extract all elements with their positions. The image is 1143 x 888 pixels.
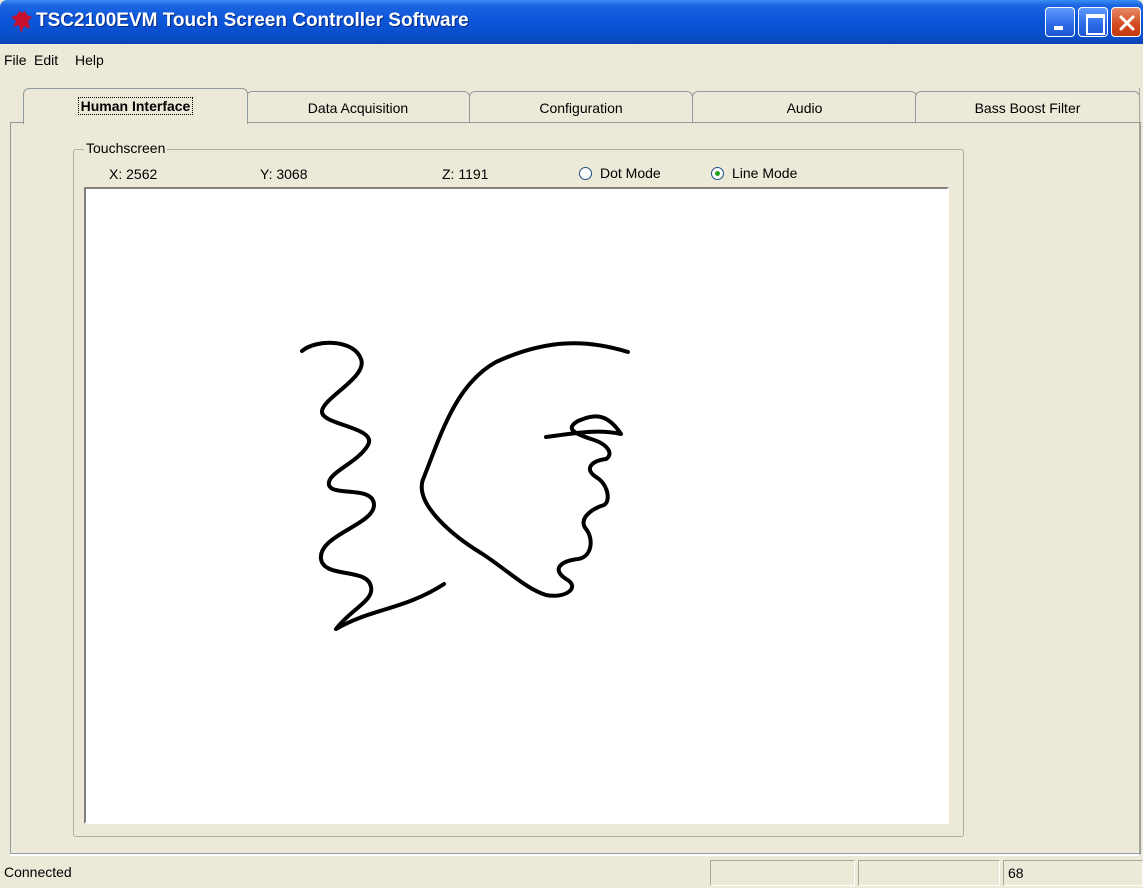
drawing-strokes	[300, 340, 630, 631]
maximize-button[interactable]	[1078, 7, 1108, 37]
close-icon	[1119, 15, 1135, 31]
line-mode-radio-icon	[711, 166, 724, 180]
stroke-claw	[419, 341, 630, 598]
y-coordinate: Y: 3068	[260, 166, 308, 182]
title-bar[interactable]: TSC2100EVM Touch Screen Controller Softw…	[0, 0, 1143, 44]
status-connection: Connected	[4, 864, 72, 880]
dot-mode-label: Dot Mode	[600, 165, 661, 181]
dot-mode-radio[interactable]: Dot Mode	[579, 165, 661, 181]
menu-help[interactable]: Help	[75, 52, 104, 68]
line-mode-label: Line Mode	[732, 165, 798, 181]
touchscreen-canvas[interactable]	[84, 187, 949, 824]
z-coordinate: Z: 1191	[442, 166, 489, 182]
tab-human-interface-label: Human Interface	[77, 97, 194, 115]
menu-file[interactable]: File	[4, 52, 27, 68]
line-mode-radio[interactable]: Line Mode	[711, 165, 797, 181]
close-button[interactable]	[1111, 7, 1141, 37]
touchscreen-group-label: Touchscreen	[84, 140, 168, 156]
menu-bar: File Edit Help	[0, 46, 1143, 76]
status-bar: Connected 68	[0, 858, 1143, 888]
status-pane-3	[858, 860, 1000, 886]
ti-logo-icon	[11, 11, 32, 33]
minimize-button[interactable]	[1045, 7, 1075, 37]
status-value: 68	[1003, 860, 1143, 886]
window-title: TSC2100EVM Touch Screen Controller Softw…	[36, 10, 469, 31]
dot-mode-radio-icon	[579, 166, 592, 180]
x-coordinate: X: 2562	[109, 166, 158, 182]
menu-edit[interactable]: Edit	[34, 52, 58, 68]
status-pane-2	[710, 860, 855, 886]
tab-human-interface[interactable]: Human Interface	[23, 88, 248, 124]
